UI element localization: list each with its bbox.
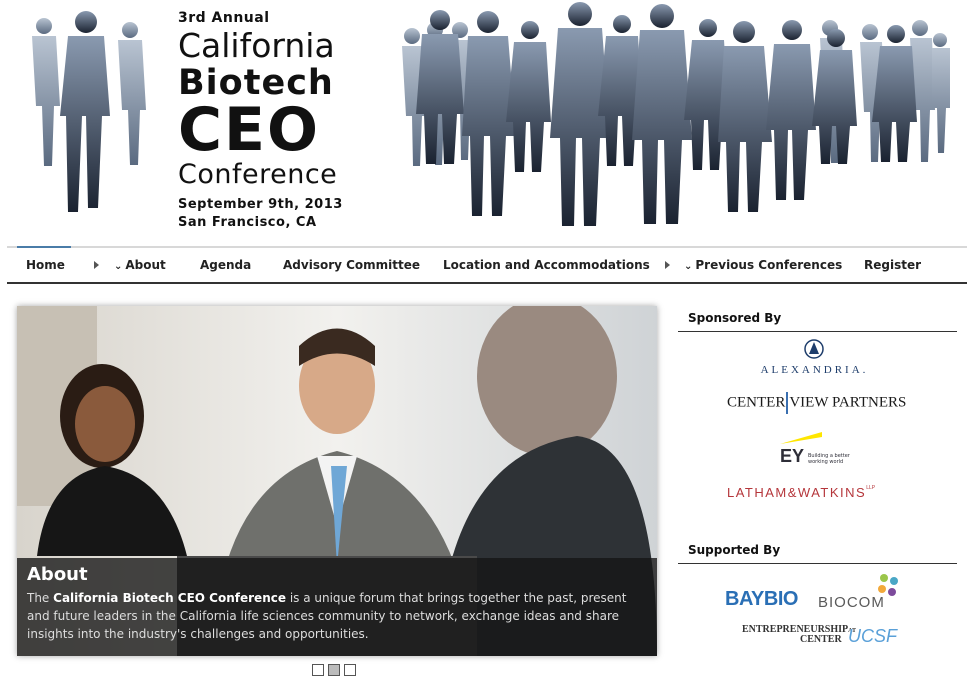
centerview-left: CENTER <box>727 394 786 411</box>
ucsf-entrepreneurship-center-logo[interactable]: ENTREPRENEURSHIPAT CENTER UCSF <box>742 624 897 650</box>
nav-advisory-committee[interactable]: Advisory Committee <box>283 258 420 272</box>
nav-home[interactable]: Home <box>26 258 65 272</box>
latham-watkins-logo[interactable]: LATHAM&WATKINSLLP <box>727 485 907 503</box>
chevron-down-icon: ⌄ <box>114 261 123 272</box>
hero-slider[interactable]: About The California Biotech CEO Confere… <box>17 306 657 656</box>
silhouette-crowd-left <box>32 11 146 212</box>
alexandria-logo[interactable]: ALEXANDRIA. <box>757 338 872 378</box>
ey-tagline-2: working world <box>808 459 844 465</box>
centerview-partners-logo[interactable]: CENTER VIEW PARTNERS <box>727 392 907 418</box>
nav-agenda[interactable]: Agenda <box>200 258 251 272</box>
slider-pagination <box>312 661 360 680</box>
slide-text-before: The <box>27 591 54 605</box>
nav-about-label: About <box>125 258 166 272</box>
slide-text-bold: California Biotech CEO Conference <box>53 591 286 605</box>
event-date: September 9th, 2013 <box>178 197 343 212</box>
centerview-right: VIEW PARTNERS <box>789 394 907 411</box>
supported-by-heading: Supported By <box>678 543 957 564</box>
biocom-wordmark: BIOCOM <box>818 594 885 611</box>
site-header: 3rd Annual California Biotech CEO Confer… <box>0 0 974 240</box>
ey-logo[interactable]: EY Building a better working world <box>778 430 858 470</box>
silhouette-crowd-right <box>402 2 950 226</box>
biocom-logo[interactable]: BIOCOM <box>818 572 908 612</box>
nav-register[interactable]: Register <box>864 258 921 272</box>
slider-dot-2[interactable] <box>328 664 340 676</box>
slider-dot-3[interactable] <box>344 664 356 676</box>
nav-location-accommodations[interactable]: Location and Accommodations <box>443 258 650 272</box>
submenu-arrow-icon[interactable] <box>94 261 99 269</box>
slider-dot-1[interactable] <box>312 664 324 676</box>
ey-tagline: Building a better working world <box>808 453 850 465</box>
slide-heading: About <box>27 564 88 585</box>
title-california: California <box>178 26 335 65</box>
nav-about[interactable]: ⌄ About <box>114 258 166 272</box>
baybio-logo[interactable]: BAYBIO <box>725 588 805 614</box>
title-ceo: CEO <box>178 95 321 165</box>
slide-description: The California Biotech CEO Conference is… <box>27 589 647 643</box>
sponsored-by-heading: Sponsored By <box>678 311 957 332</box>
conference-title: 3rd Annual California Biotech CEO Confer… <box>178 10 378 232</box>
ucsf-mark: UCSF <box>848 626 897 646</box>
title-conference: Conference <box>178 159 338 190</box>
event-city: San Francisco, CA <box>178 215 317 230</box>
latham-wordmark: LATHAM&WATKINS <box>727 485 867 500</box>
nav-previous-conferences-label: Previous Conferences <box>695 258 843 272</box>
alexandria-wordmark: ALEXANDRIA. <box>760 364 869 376</box>
slide-caption: About The California Biotech CEO Confere… <box>17 558 657 656</box>
latham-llp: LLP <box>866 485 876 491</box>
title-annual: 3rd Annual <box>178 10 270 26</box>
ey-mark: EY <box>780 446 805 466</box>
nav-previous-conferences[interactable]: ⌄ Previous Conferences <box>684 258 842 272</box>
ucsf-line2: CENTER <box>800 634 842 645</box>
submenu-arrow-icon[interactable] <box>665 261 670 269</box>
chevron-down-icon: ⌄ <box>684 261 693 272</box>
active-nav-indicator <box>17 246 71 248</box>
main-nav: Home ⌄ About Agenda Advisory Committee Lo… <box>7 246 967 284</box>
